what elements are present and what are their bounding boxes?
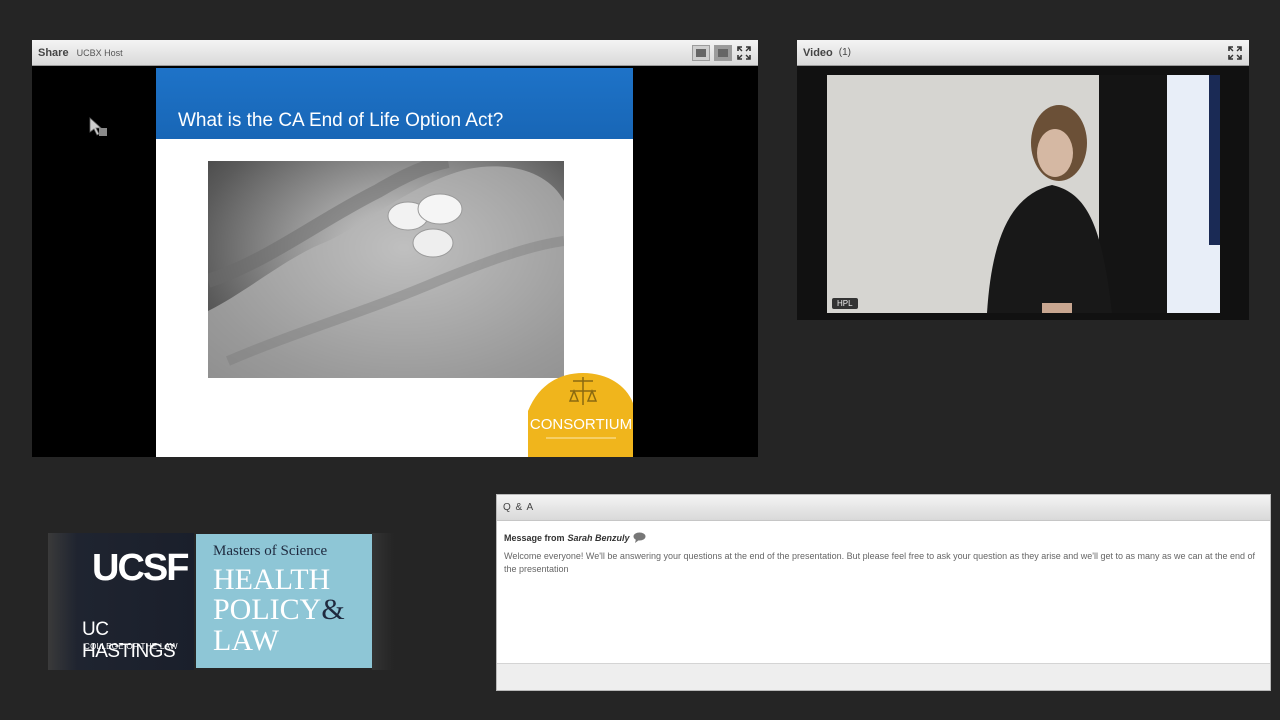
qa-message-header: Message from Sarah Benzuly — [504, 532, 1260, 543]
share-pod-controls — [692, 44, 752, 61]
law-text: LAW — [213, 624, 279, 657]
view-fit-button[interactable] — [714, 44, 732, 61]
ucsf-wordmark: UCSF — [92, 547, 189, 589]
ampersand-text: & — [321, 593, 345, 626]
view-small-icon — [696, 48, 706, 57]
uc-hastings-wordmark: UC HASTINGS — [82, 619, 176, 662]
slide-title: What is the CA End of Life Option Act? — [178, 110, 504, 131]
share-pod-title: Share — [38, 46, 69, 59]
share-presenter-name: UCBX Host — [76, 47, 123, 58]
logo-right-panel: Masters of Science HEALTH POLICY& LAW — [196, 534, 372, 668]
share-fullscreen-button[interactable] — [736, 45, 752, 61]
view-small-button[interactable] — [692, 44, 710, 61]
logo-edge — [372, 533, 394, 670]
video-pod-header: Video (1) — [797, 40, 1249, 66]
webcam-video-feed: HPL — [827, 75, 1220, 313]
policy-line: POLICY& — [213, 595, 345, 625]
share-pod-header: Share UCBX Host — [32, 40, 758, 66]
qa-message-text: Welcome everyone! We'll be answering you… — [504, 551, 1256, 574]
video-pod-title: Video — [803, 46, 833, 59]
message-author: Sarah Benzuly — [567, 532, 630, 543]
qa-pod: Q & A Message from Sarah Benzuly Welcome… — [496, 494, 1271, 691]
message-prefix: Message from — [504, 532, 565, 543]
seal-text: CONSORTIUM — [530, 416, 632, 433]
college-of-law-text: COLLEGE OF THE LAW — [84, 642, 178, 651]
mouse-cursor-icon — [89, 117, 107, 136]
fullscreen-icon — [1228, 45, 1242, 60]
slide-photo-hand-with-pills — [208, 161, 564, 378]
video-feed-label: HPL — [832, 298, 858, 309]
qa-message-list: Message from Sarah Benzuly Welcome every… — [504, 532, 1260, 576]
program-logo: UCSF UC HASTINGS COLLEGE OF THE LAW Mast… — [48, 533, 394, 670]
consortium-seal-logo: CONSORTIUM — [528, 371, 633, 457]
masters-of-science-text: Masters of Science — [213, 543, 328, 559]
qa-pod-title: Q & A — [503, 502, 535, 513]
video-participant-count: (1) — [838, 47, 851, 58]
fullscreen-icon — [737, 45, 751, 60]
health-text: HEALTH — [213, 563, 331, 596]
qa-pod-header: Q & A — [497, 495, 1270, 521]
video-pod-controls — [1227, 45, 1243, 61]
presentation-slide: What is the CA End of Life Option Act? C… — [156, 68, 633, 457]
view-fit-icon — [718, 48, 728, 57]
logo-left-panel: UCSF UC HASTINGS COLLEGE OF THE LAW — [48, 533, 194, 670]
speech-bubble-icon — [633, 532, 646, 543]
share-pod: Share UCBX Host What is the CA End of Li… — [32, 40, 758, 457]
video-pod: Video (1) HPL — [797, 40, 1249, 320]
policy-text: POLICY — [213, 593, 322, 626]
video-fullscreen-button[interactable] — [1227, 45, 1243, 61]
qa-input-area[interactable] — [497, 663, 1270, 690]
